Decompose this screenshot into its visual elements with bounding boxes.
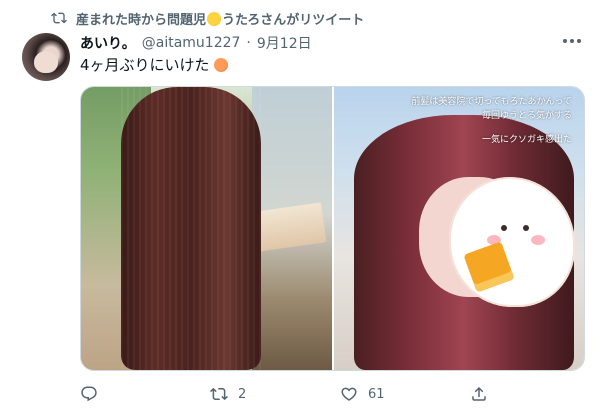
avatar[interactable]: [22, 33, 70, 81]
heart-icon: [341, 387, 357, 401]
user-handle[interactable]: @aitamu1227: [142, 35, 241, 51]
display-name[interactable]: あいり。: [80, 33, 136, 53]
sticker-eye: [522, 225, 529, 231]
retweet-button[interactable]: 2: [210, 385, 340, 403]
reply-icon: [81, 386, 97, 402]
tweet-card[interactable]: 産まれた時から問題児 うたろさんがリツイート あいり。 @aitamu1227 ·…: [0, 0, 600, 415]
photo-overlay-text: 前髪は美容院で切ってもろたあかんって 毎回ゆうとる気がする 一気にクソガキ感出た: [411, 95, 572, 147]
like-count: 61: [368, 386, 385, 402]
pensive-face-emoji-icon: [213, 57, 228, 72]
separator-dot: ·: [246, 35, 251, 51]
more-dot-icon: [577, 39, 581, 43]
tweet-body: 4ヶ月ぶりにいけた: [80, 56, 210, 74]
retweet-label: 産まれた時から問題児 うたろさんがリツイート: [76, 9, 364, 28]
tweet-header: あいり。 @aitamu1227 · 9月12日: [80, 33, 312, 53]
photo-selfie[interactable]: 前髪は美容院で切ってもろたあかんって 毎回ゆうとる気がする 一気にクソガキ感出た: [333, 87, 584, 370]
tweet-media: 前髪は美容院で切ってもろたあかんって 毎回ゆうとる気がする 一気にクソガキ感出た: [80, 86, 585, 371]
retweet-icon: [210, 387, 228, 401]
dizzy-face-emoji-icon: [207, 11, 222, 26]
retweet-label-after: うたろさんがリツイート: [222, 12, 365, 28]
retweet-count: 2: [238, 386, 247, 402]
reply-button[interactable]: [80, 385, 210, 403]
overlay-line: 前髪は美容院で切ってもろたあかんって: [411, 97, 572, 107]
tweet-actions: 2 61: [80, 382, 510, 406]
bear-sticker: [448, 177, 575, 307]
more-options-button[interactable]: [558, 30, 586, 52]
retweet-icon: [51, 12, 67, 24]
more-dot-icon: [570, 39, 574, 43]
tweet-date[interactable]: 9月12日: [257, 33, 312, 53]
hair-shape: [121, 87, 261, 370]
overlay-line: 一気にクソガキ感出た: [481, 135, 572, 145]
overlay-line: 毎回ゆうとる気がする: [481, 111, 572, 121]
sticker-cup: [462, 241, 515, 293]
retweet-indicator[interactable]: 産まれた時から問題児 うたろさんがリツイート: [50, 8, 364, 28]
share-button[interactable]: [470, 385, 510, 403]
retweet-label-before: 産まれた時から問題児: [76, 12, 207, 28]
like-button[interactable]: 61: [340, 385, 470, 403]
photo-back-hair[interactable]: [81, 87, 332, 370]
share-icon: [472, 386, 486, 401]
sticker-cheek: [530, 235, 545, 245]
more-dot-icon: [563, 39, 567, 43]
tweet-text: 4ヶ月ぶりにいけた: [80, 54, 229, 75]
sticker-eye: [500, 225, 507, 231]
